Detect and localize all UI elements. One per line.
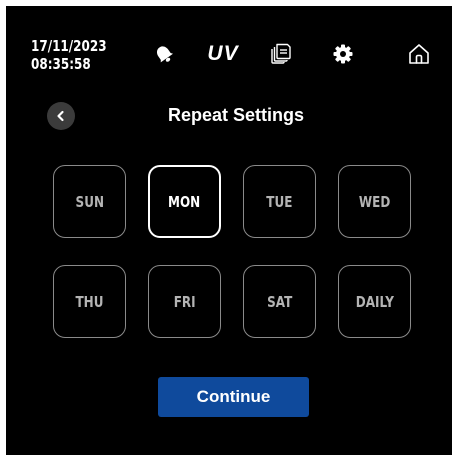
day-button-mon[interactable]: MON xyxy=(148,165,221,238)
back-button[interactable] xyxy=(47,102,75,130)
day-button-daily[interactable]: DAILY xyxy=(338,265,411,338)
day-button-thu[interactable]: THU xyxy=(53,265,126,338)
gear-icon[interactable] xyxy=(328,39,358,69)
day-label: FRI xyxy=(173,292,196,311)
day-label: SUN xyxy=(75,192,104,211)
day-label: TUE xyxy=(266,192,293,211)
day-label: MON xyxy=(168,192,201,211)
day-label: WED xyxy=(358,192,391,211)
continue-button[interactable]: Continue xyxy=(158,377,309,417)
datetime-display: 17/11/2023 08:35:58 xyxy=(31,37,107,73)
date-text: 17/11/2023 xyxy=(31,37,107,55)
day-button-sun[interactable]: SUN xyxy=(53,165,126,238)
uv-label: UV xyxy=(207,42,239,65)
document-icon[interactable] xyxy=(266,39,296,69)
day-label: SAT xyxy=(266,292,293,311)
day-label: DAILY xyxy=(355,292,394,311)
page-title: Repeat Settings xyxy=(167,105,305,125)
day-button-fri[interactable]: FRI xyxy=(148,265,221,338)
day-button-tue[interactable]: TUE xyxy=(243,165,316,238)
time-text: 08:35:58 xyxy=(31,55,91,73)
day-button-sat[interactable]: SAT xyxy=(243,265,316,338)
chevron-left-icon xyxy=(57,110,64,122)
app-screen: 17/11/2023 08:35:58 UV Repeat Settings S… xyxy=(6,6,452,455)
uv-icon[interactable]: UV xyxy=(203,39,243,69)
day-button-wed[interactable]: WED xyxy=(338,165,411,238)
day-label: THU xyxy=(75,292,104,311)
bell-icon[interactable] xyxy=(149,39,179,69)
home-icon[interactable] xyxy=(404,39,434,69)
